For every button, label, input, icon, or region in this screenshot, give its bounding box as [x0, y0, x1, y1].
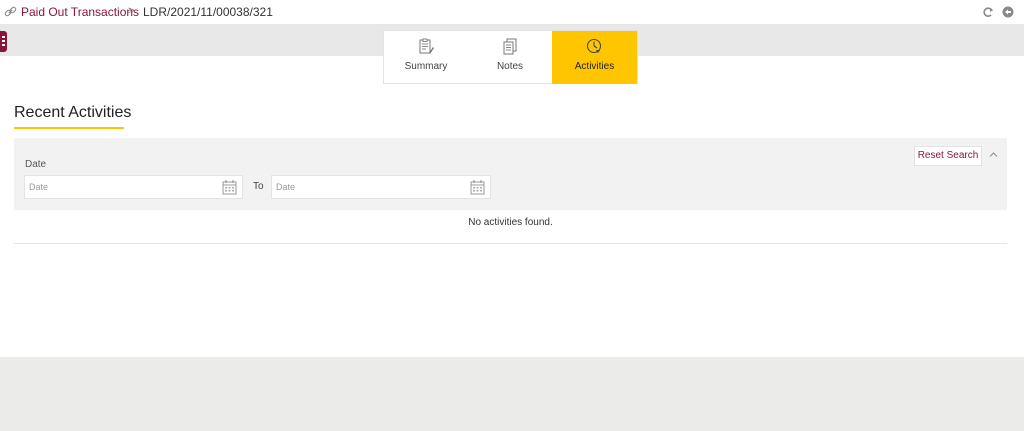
- calendar-icon[interactable]: [222, 179, 237, 195]
- section-title: Recent Activities: [14, 104, 132, 121]
- link-icon: [4, 6, 17, 17]
- to-label: To: [253, 181, 264, 192]
- tab-summary-label: Summary: [404, 61, 448, 72]
- filter-panel: [14, 138, 1007, 210]
- tab-bar: Summary Notes Activities: [383, 30, 638, 84]
- date-label: Date: [25, 159, 47, 170]
- date-to-input[interactable]: Date: [271, 175, 491, 199]
- summary-icon: [419, 38, 434, 54]
- tab-activities-label: Activities: [574, 61, 615, 72]
- tab-notes-label: Notes: [496, 61, 524, 72]
- breadcrumb-parent-link[interactable]: Paid Out Transactions: [21, 5, 139, 19]
- empty-state-message: No activities found.: [468, 217, 553, 228]
- date-from-placeholder: Date: [29, 182, 49, 192]
- refresh-icon[interactable]: [982, 6, 994, 18]
- activities-icon: [586, 38, 602, 54]
- breadcrumb-separator: >: [128, 5, 135, 17]
- reset-search-button[interactable]: Reset Search: [914, 146, 982, 166]
- date-from-input[interactable]: Date: [24, 175, 243, 199]
- back-icon[interactable]: [1002, 6, 1014, 18]
- tab-activities[interactable]: Activities: [552, 31, 637, 84]
- section-title-underline: [14, 127, 124, 129]
- tab-summary[interactable]: Summary: [384, 31, 468, 84]
- kebab-icon: [2, 36, 5, 47]
- breadcrumb-bar: Paid Out Transactions > LDR/2021/11/0003…: [0, 0, 1024, 25]
- notes-icon: [503, 38, 517, 55]
- tab-notes[interactable]: Notes: [468, 31, 552, 84]
- breadcrumb-current: LDR/2021/11/00038/321: [143, 5, 273, 19]
- chevron-up-icon[interactable]: [989, 151, 998, 158]
- results-divider: [14, 243, 1007, 244]
- calendar-icon[interactable]: [470, 179, 485, 195]
- date-to-placeholder: Date: [276, 182, 296, 192]
